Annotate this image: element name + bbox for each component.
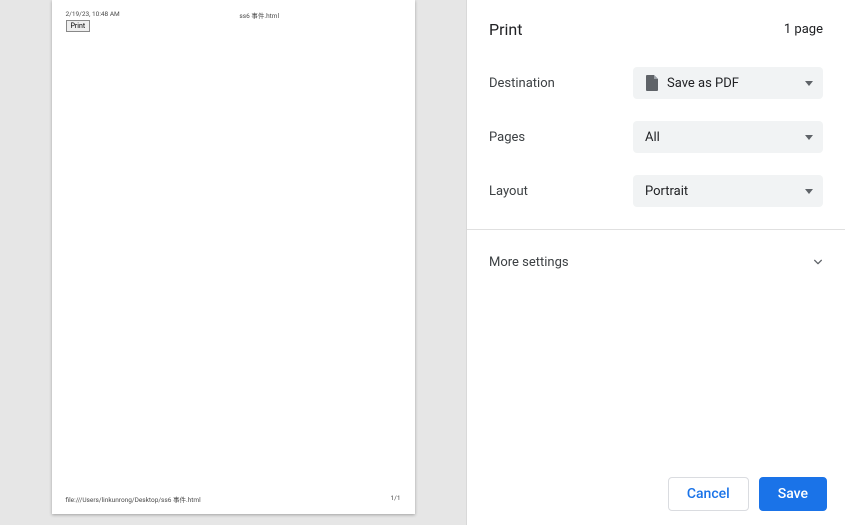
caret-down-icon xyxy=(805,189,813,194)
caret-down-icon xyxy=(805,81,813,86)
cancel-button[interactable]: Cancel xyxy=(668,477,749,511)
caret-down-icon xyxy=(805,135,813,140)
save-button[interactable]: Save xyxy=(759,477,827,511)
destination-row: Destination Save as PDF xyxy=(489,67,823,99)
print-settings-body: Print 1 page Destination Save as PDF xyxy=(467,0,845,463)
preview-file-path: file:///Users/linkunrong/Desktop/ss6 事件.… xyxy=(66,494,201,504)
print-settings-pane: Print 1 page Destination Save as PDF xyxy=(467,0,845,525)
pages-label: Pages xyxy=(489,130,633,145)
layout-row: Layout Portrait xyxy=(489,175,823,207)
pdf-file-icon xyxy=(645,75,659,91)
destination-select[interactable]: Save as PDF xyxy=(633,67,823,99)
layout-value: Portrait xyxy=(645,184,688,199)
page-count-label: 1 page xyxy=(784,22,823,37)
preview-page: 2/19/23, 10:48 AM ss6 事件.html . Print fi… xyxy=(52,0,415,514)
pages-row: Pages All xyxy=(489,121,823,153)
divider xyxy=(467,229,845,230)
more-settings-toggle[interactable]: More settings xyxy=(489,238,823,286)
preview-doc-title: ss6 事件.html xyxy=(239,10,279,20)
layout-label: Layout xyxy=(489,184,633,199)
more-settings-label: More settings xyxy=(489,255,569,270)
preview-header: 2/19/23, 10:48 AM ss6 事件.html . xyxy=(52,0,415,20)
preview-page-indicator: 1/1 xyxy=(391,494,401,504)
preview-inner-print-button: Print xyxy=(66,20,91,32)
preview-timestamp: 2/19/23, 10:48 AM xyxy=(66,10,120,20)
print-header-row: Print 1 page xyxy=(489,20,823,39)
dialog-actions: Cancel Save xyxy=(467,463,845,525)
print-preview-pane: 2/19/23, 10:48 AM ss6 事件.html . Print fi… xyxy=(0,0,467,525)
layout-select[interactable]: Portrait xyxy=(633,175,823,207)
print-title: Print xyxy=(489,20,522,39)
pages-value: All xyxy=(645,130,660,145)
pages-select[interactable]: All xyxy=(633,121,823,153)
preview-footer: file:///Users/linkunrong/Desktop/ss6 事件.… xyxy=(66,494,401,504)
chevron-down-icon xyxy=(813,257,823,267)
destination-label: Destination xyxy=(489,76,633,91)
destination-value: Save as PDF xyxy=(667,76,739,91)
